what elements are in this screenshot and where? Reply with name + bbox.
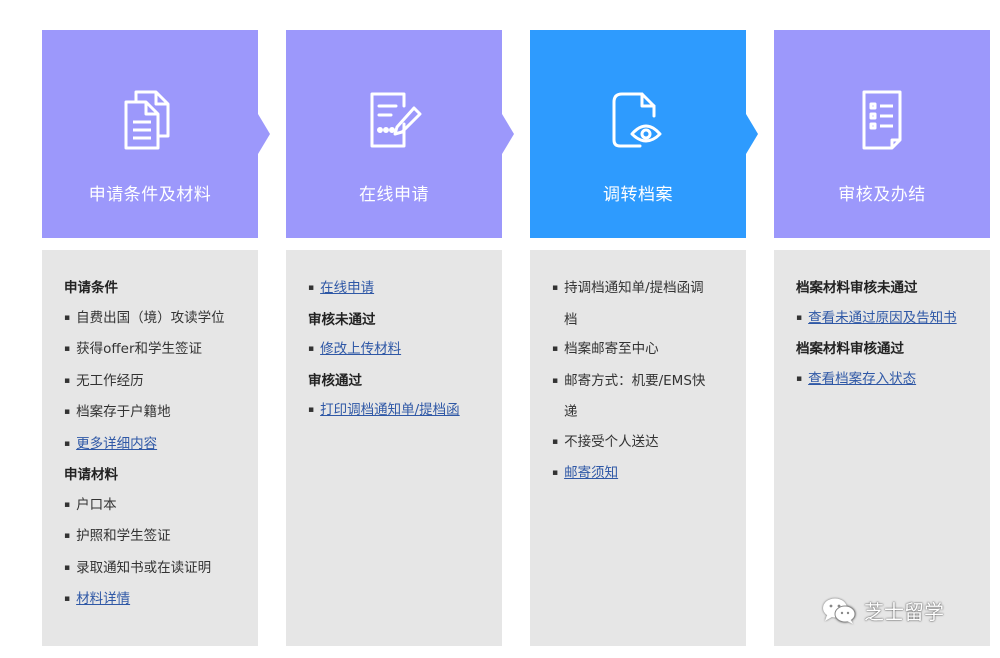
list-item: 获得offer和学生签证 [64, 335, 258, 367]
online-apply-link[interactable]: 在线申请 [320, 280, 374, 296]
step-title: 在线申请 [359, 185, 429, 205]
chevron-right-icon [502, 114, 514, 154]
list-item-continuation: 递 [564, 404, 578, 420]
list-item: 查看未通过原因及告知书 [796, 304, 990, 336]
panel-transfer-file: 持调档通知单/提档函调 档 档案邮寄至中心 邮寄方式：机要/EMS快 递 不接受… [530, 250, 746, 646]
step-title: 调转档案 [603, 185, 673, 205]
step-conditions[interactable]: 申请条件及材料 [42, 30, 258, 238]
list-item: 打印调档通知单/提档函 [308, 396, 502, 428]
list-item: 在线申请 [308, 274, 502, 306]
heading-conditions: 申请条件 [64, 280, 118, 296]
list-item: 无工作经历 [64, 367, 258, 399]
heading-materials: 申请材料 [64, 467, 118, 483]
documents-icon [110, 80, 190, 160]
watermark-text: 芝士留学 [864, 600, 944, 624]
view-file-status-link[interactable]: 查看档案存入状态 [808, 371, 916, 387]
edit-form-icon [354, 80, 434, 160]
panel-conditions: 申请条件 自费出国（境）攻读学位 获得offer和学生签证 无工作经历 档案存于… [42, 250, 258, 646]
file-eye-icon [598, 80, 678, 160]
list-item-continuation: 档 [564, 311, 578, 328]
wechat-icon [823, 598, 856, 624]
view-failure-reason-link[interactable]: 查看未通过原因及告知书 [808, 310, 957, 326]
materials-details-link[interactable]: 材料详情 [76, 591, 130, 607]
list-item: 持调档通知单/提档函调 [552, 274, 746, 306]
step-title: 审核及办结 [838, 185, 926, 205]
step-title: 申请条件及材料 [88, 185, 212, 205]
step-review-complete[interactable]: 审核及办结 [774, 30, 990, 238]
list-item: 户口本 [64, 491, 258, 523]
list-item: 录取通知书或在读证明 [64, 554, 258, 586]
list-item: 护照和学生签证 [64, 522, 258, 554]
list-item: 更多详细内容 [64, 430, 258, 462]
list-item: 修改上传材料 [308, 335, 502, 367]
panel-review-complete: 档案材料审核未通过 查看未通过原因及告知书 档案材料审核通过 查看档案存入状态 [774, 250, 990, 646]
watermark: 芝士留学 [822, 596, 944, 625]
step-transfer-file[interactable]: 调转档案 [530, 30, 746, 238]
chevron-right-icon [258, 114, 270, 154]
list-item: 档案存于户籍地 [64, 398, 258, 430]
list-item: 档案邮寄至中心 [552, 335, 746, 367]
heading-review-failed: 审核未通过 [308, 311, 376, 328]
print-notice-link[interactable]: 打印调档通知单/提档函 [320, 402, 460, 418]
list-item: 材料详情 [64, 585, 258, 617]
panel-online-apply: 在线申请 审核未通过 修改上传材料 审核通过 打印调档通知单/提档函 [286, 250, 502, 646]
list-item: 不接受个人送达 [552, 428, 746, 460]
checklist-icon [842, 80, 922, 160]
heading-file-review-failed: 档案材料审核未通过 [796, 280, 918, 296]
heading-review-passed: 审核通过 [308, 372, 362, 389]
more-details-link[interactable]: 更多详细内容 [76, 436, 157, 452]
heading-file-review-passed: 档案材料审核通过 [796, 341, 904, 357]
mailing-notice-link[interactable]: 邮寄须知 [564, 465, 618, 481]
list-item: 自费出国（境）攻读学位 [64, 304, 258, 336]
list-item: 查看档案存入状态 [796, 365, 990, 397]
chevron-right-icon [746, 114, 758, 154]
list-item: 邮寄方式：机要/EMS快 [552, 367, 746, 399]
modify-upload-link[interactable]: 修改上传材料 [320, 341, 401, 357]
list-item: 邮寄须知 [552, 459, 746, 491]
step-online-apply[interactable]: 在线申请 [286, 30, 502, 238]
